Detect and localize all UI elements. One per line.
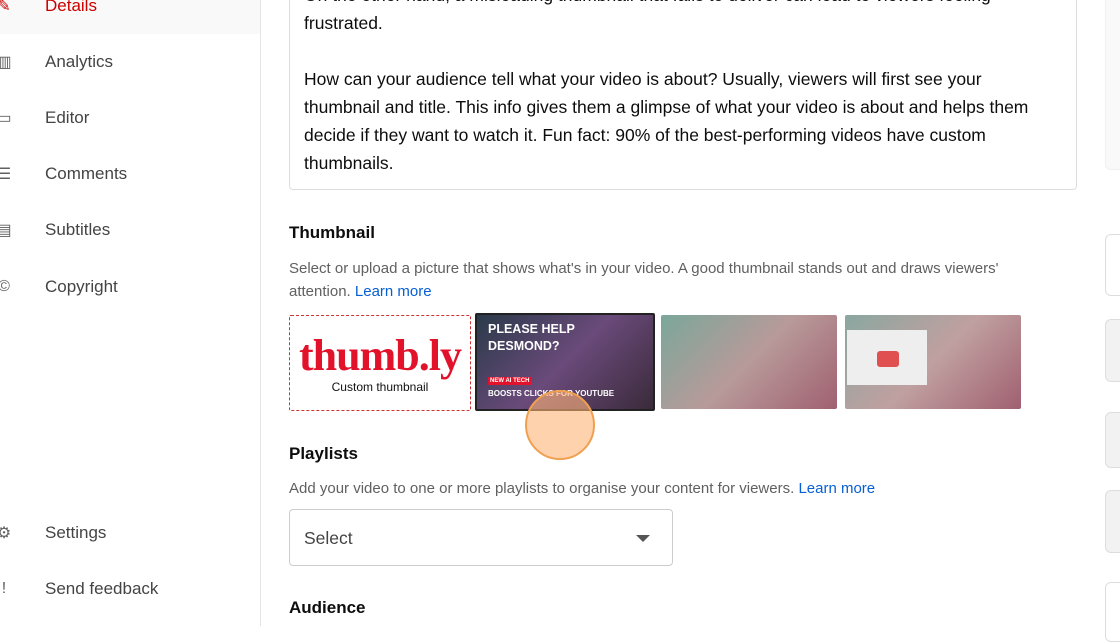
- custom-thumbnail-label: Custom thumbnail: [331, 380, 429, 394]
- right-panel-card[interactable]: [1105, 582, 1120, 642]
- playlists-help-text: Add your video to one or more playlists …: [289, 480, 876, 497]
- subtitles-icon: ▤: [0, 222, 12, 239]
- sidebar-item-editor[interactable]: ▭ Editor: [0, 90, 260, 146]
- sidebar-item-comments[interactable]: ☰ Comments: [0, 146, 260, 202]
- right-panel-card[interactable]: [1105, 412, 1120, 468]
- sidebar-item-settings[interactable]: ⚙ Settings: [0, 505, 260, 561]
- thumbnail-option[interactable]: [661, 315, 837, 409]
- right-panel: [1105, 0, 1120, 170]
- sidebar-item-copyright[interactable]: © Copyright: [0, 259, 260, 315]
- playlist-select[interactable]: Select: [289, 509, 673, 566]
- editor-icon: ▭: [0, 110, 12, 127]
- description-paragraph: On the other hand, a misleading thumbnai…: [304, 0, 991, 33]
- copyright-icon: ©: [0, 278, 10, 295]
- description-textarea[interactable]: On the other hand, a misleading thumbnai…: [289, 0, 1077, 190]
- analytics-icon: ▥: [0, 54, 12, 71]
- custom-thumbnail-upload[interactable]: thumb.ly Custom thumbnail: [289, 315, 471, 411]
- audience-heading: Audience: [289, 598, 366, 617]
- description-paragraph: How can your audience tell what your vid…: [304, 69, 1029, 173]
- play-icon: [877, 351, 899, 367]
- sidebar-item-analytics[interactable]: ▥ Analytics: [0, 34, 260, 90]
- comments-icon: ☰: [0, 166, 12, 183]
- pencil-icon: ✎: [0, 0, 11, 15]
- playlists-heading: Playlists: [289, 444, 358, 463]
- thumbnail-heading: Thumbnail: [289, 223, 375, 242]
- right-panel-card[interactable]: [1105, 234, 1120, 296]
- sidebar-item-details[interactable]: ✎ Details: [0, 0, 260, 34]
- gear-icon: ⚙: [0, 525, 12, 542]
- playlists-learn-more-link[interactable]: Learn more: [798, 480, 875, 497]
- thumbly-logo: thumb.ly: [299, 331, 462, 380]
- sidebar-item-send-feedback[interactable]: ! Send feedback: [0, 561, 260, 617]
- thumbnail-badge: NEW AI TECH: [488, 377, 532, 385]
- thumbnail-help-text: Select or upload a picture that shows wh…: [289, 260, 999, 300]
- click-indicator: [525, 390, 595, 460]
- sidebar: ✎ Details ▥ Analytics ▭ Editor ☰ Comments ▤ S…: [0, 0, 261, 626]
- thumbnail-headline: PLEASE HELP DESMOND?: [488, 322, 575, 353]
- dropdown-arrow-icon: [636, 535, 650, 542]
- right-panel-card[interactable]: [1105, 490, 1120, 553]
- thumbnail-option[interactable]: [845, 315, 1021, 409]
- thumbnail-learn-more-link[interactable]: Learn more: [355, 283, 432, 300]
- sidebar-item-subtitles[interactable]: ▤ Subtitles: [0, 202, 260, 258]
- feedback-icon: !: [1, 580, 7, 597]
- right-panel-card[interactable]: [1105, 319, 1120, 382]
